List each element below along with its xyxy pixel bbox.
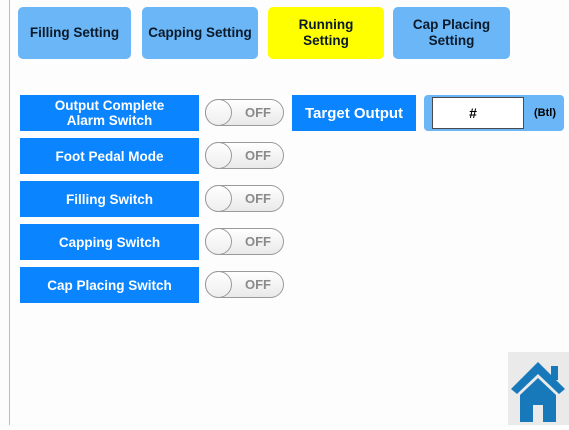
output-complete-alarm-switch-label: Output Complete Alarm Switch (20, 95, 199, 131)
toggle-state: OFF (245, 148, 271, 163)
home-button[interactable] (508, 352, 569, 425)
toggle-knob (205, 228, 232, 255)
target-output-group: # (Btl) (424, 95, 564, 131)
filling-switch-toggle[interactable]: OFF (205, 185, 284, 212)
target-output-input[interactable]: # (432, 97, 514, 129)
capping-switch-label: Capping Switch (20, 224, 199, 260)
target-output-unit: (Btl) (534, 107, 556, 119)
filling-switch-label: Filling Switch (20, 181, 199, 217)
tab-cap-placing-setting[interactable]: Cap Placing Setting (393, 7, 510, 59)
toggle-knob (205, 271, 232, 298)
toggle-state: OFF (245, 234, 271, 249)
home-icon (511, 362, 565, 422)
foot-pedal-mode-label: Foot Pedal Mode (20, 138, 199, 174)
tab-running-setting[interactable]: Running Setting (268, 7, 384, 59)
target-output-label: Target Output (292, 95, 416, 131)
output-complete-alarm-toggle[interactable]: OFF (205, 99, 284, 126)
left-divider (9, 0, 10, 425)
toggle-state: OFF (245, 191, 271, 206)
toggle-knob (205, 99, 232, 126)
cap-placing-switch-toggle[interactable]: OFF (205, 271, 284, 298)
tab-capping-setting[interactable]: Capping Setting (142, 7, 258, 59)
foot-pedal-mode-toggle[interactable]: OFF (205, 142, 284, 169)
capping-switch-toggle[interactable]: OFF (205, 228, 284, 255)
cap-placing-switch-label: Cap Placing Switch (20, 267, 199, 303)
tab-filling-setting[interactable]: Filling Setting (18, 7, 131, 59)
toggle-state: OFF (245, 105, 271, 120)
target-output-input-edge (513, 97, 524, 129)
toggle-knob (205, 142, 232, 169)
toggle-state: OFF (245, 277, 271, 292)
toggle-knob (205, 185, 232, 212)
